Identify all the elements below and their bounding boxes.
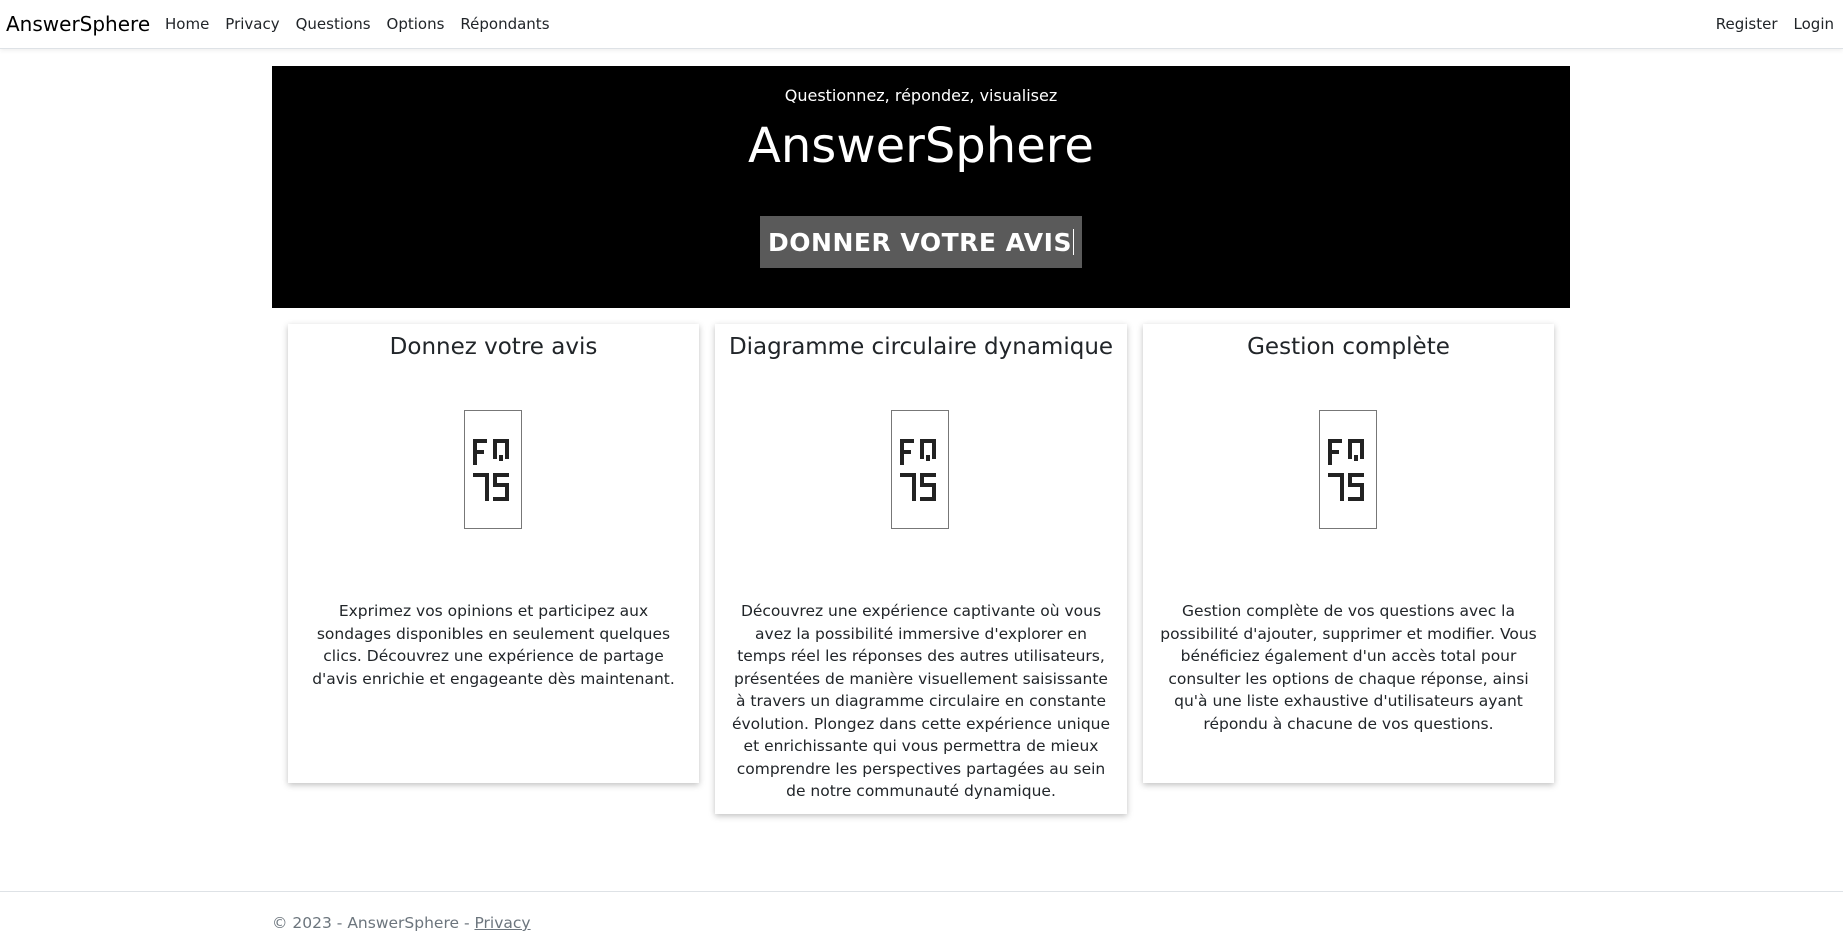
hero-banner: Questionnez, répondez, visualisez Answer… — [272, 66, 1570, 308]
nav-auth-links: Register Login — [1700, 15, 1834, 33]
hero-title: AnswerSphere — [748, 118, 1094, 174]
nav-item-home[interactable]: Home — [165, 15, 209, 33]
footer-privacy-link[interactable]: Privacy — [474, 914, 530, 932]
footer-text: © 2023 - AnswerSphere - Privacy — [272, 914, 531, 932]
feature-card-management: Gestion complète Gestion complète de vos… — [1143, 324, 1554, 783]
card-text: Gestion complète de vos questions avec l… — [1160, 602, 1537, 733]
hero-subtitle: Questionnez, répondez, visualisez — [784, 86, 1058, 105]
nav-item-register[interactable]: Register — [1716, 15, 1778, 33]
text-caret — [1072, 229, 1074, 255]
broken-image-icon — [1319, 410, 1377, 529]
nav-links: Home Privacy Questions Options Répondant… — [165, 15, 566, 33]
nav-item-repondants[interactable]: Répondants — [460, 15, 549, 33]
broken-image-icon — [891, 410, 949, 529]
give-opinion-button[interactable]: DONNER VOTRE AVIS — [760, 216, 1082, 268]
card-text: Découvrez une expérience captivante où v… — [731, 602, 1111, 800]
feature-card-opinion: Donnez votre avis Exprimez vos opinions … — [288, 324, 699, 783]
give-opinion-button-label: DONNER VOTRE AVIS — [768, 227, 1072, 257]
nav-item-login[interactable]: Login — [1794, 15, 1834, 33]
navbar: AnswerSphere Home Privacy Questions Opti… — [0, 0, 1843, 49]
nav-item-options[interactable]: Options — [387, 15, 445, 33]
broken-image-icon — [464, 410, 522, 529]
card-text: Exprimez vos opinions et participez aux … — [312, 602, 675, 688]
footer-copyright: © 2023 - AnswerSphere - — [272, 914, 475, 932]
nav-item-questions[interactable]: Questions — [296, 15, 371, 33]
footer: © 2023 - AnswerSphere - Privacy — [0, 891, 1843, 949]
card-title: Donnez votre avis — [389, 334, 598, 360]
card-title: Diagramme circulaire dynamique — [728, 334, 1114, 360]
navbar-brand[interactable]: AnswerSphere — [6, 12, 150, 36]
card-title: Gestion complète — [1247, 334, 1450, 360]
feature-card-pie-chart: Diagramme circulaire dynamique Découvrez… — [715, 324, 1127, 814]
nav-item-privacy[interactable]: Privacy — [225, 15, 279, 33]
